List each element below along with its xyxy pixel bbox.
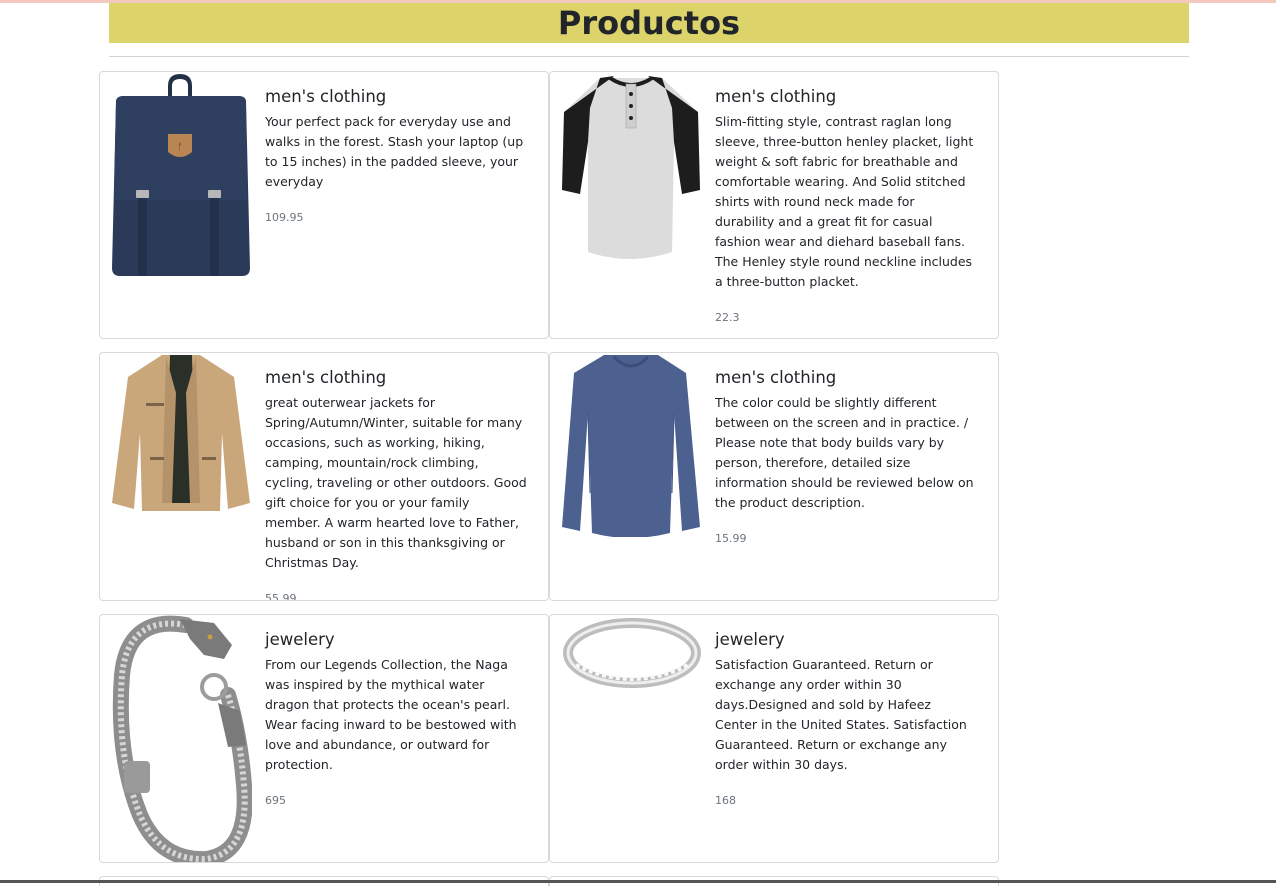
product-price: 695 bbox=[265, 794, 286, 807]
product-card[interactable]: men's clothing Slim-fitting style, contr… bbox=[549, 71, 999, 339]
product-body: men's clothing great outerwear jackets f… bbox=[265, 367, 527, 601]
silver-ring-image bbox=[560, 615, 702, 691]
product-body: men's clothing The color could be slight… bbox=[715, 367, 977, 546]
product-description: Your perfect pack for everyday use and w… bbox=[265, 114, 524, 189]
page-title: Productos bbox=[557, 4, 741, 42]
product-price: 168 bbox=[715, 794, 736, 807]
product-description: From our Legends Collection, the Naga wa… bbox=[265, 657, 517, 772]
backpack-image: ᚠ bbox=[110, 72, 252, 282]
product-description: The color could be slightly different be… bbox=[715, 395, 974, 510]
product-body: men's clothing Slim-fitting style, contr… bbox=[715, 86, 977, 325]
product-category: jewelery bbox=[265, 630, 335, 649]
product-price: 55.99 bbox=[265, 592, 297, 601]
product-card[interactable]: men's clothing great outerwear jackets f… bbox=[99, 352, 549, 601]
henley-shirt-image bbox=[560, 72, 702, 264]
product-price: 15.99 bbox=[715, 532, 747, 545]
product-card[interactable]: jewelery From our Legends Collection, th… bbox=[99, 614, 549, 863]
product-category: men's clothing bbox=[715, 87, 837, 106]
product-category: men's clothing bbox=[715, 368, 837, 387]
product-price: 109.95 bbox=[265, 211, 304, 224]
page-header: Productos bbox=[109, 3, 1189, 43]
header-divider bbox=[109, 56, 1189, 57]
product-category: men's clothing bbox=[265, 87, 387, 106]
product-card[interactable]: jewelery Satisfaction Guaranteed. Return… bbox=[549, 614, 999, 863]
product-description: great outerwear jackets for Spring/Autum… bbox=[265, 395, 527, 570]
product-category: men's clothing bbox=[265, 368, 387, 387]
product-description: Satisfaction Guaranteed. Return or excha… bbox=[715, 657, 967, 772]
long-sleeve-tee-image bbox=[560, 353, 702, 538]
dragon-bracelet-image bbox=[110, 615, 253, 862]
product-body: men's clothing Your perfect pack for eve… bbox=[265, 86, 527, 225]
jacket-image bbox=[110, 353, 252, 513]
product-card[interactable]: ᚠ men's clothing Your perfect pack for e… bbox=[99, 71, 549, 339]
svg-text:ᚠ: ᚠ bbox=[177, 142, 183, 153]
product-body: jewelery From our Legends Collection, th… bbox=[265, 629, 527, 808]
product-card[interactable]: men's clothing The color could be slight… bbox=[549, 352, 999, 601]
product-price: 22.3 bbox=[715, 311, 740, 324]
product-category: jewelery bbox=[715, 630, 785, 649]
product-description: Slim-fitting style, contrast raglan long… bbox=[715, 114, 974, 289]
product-body: jewelery Satisfaction Guaranteed. Return… bbox=[715, 629, 977, 808]
